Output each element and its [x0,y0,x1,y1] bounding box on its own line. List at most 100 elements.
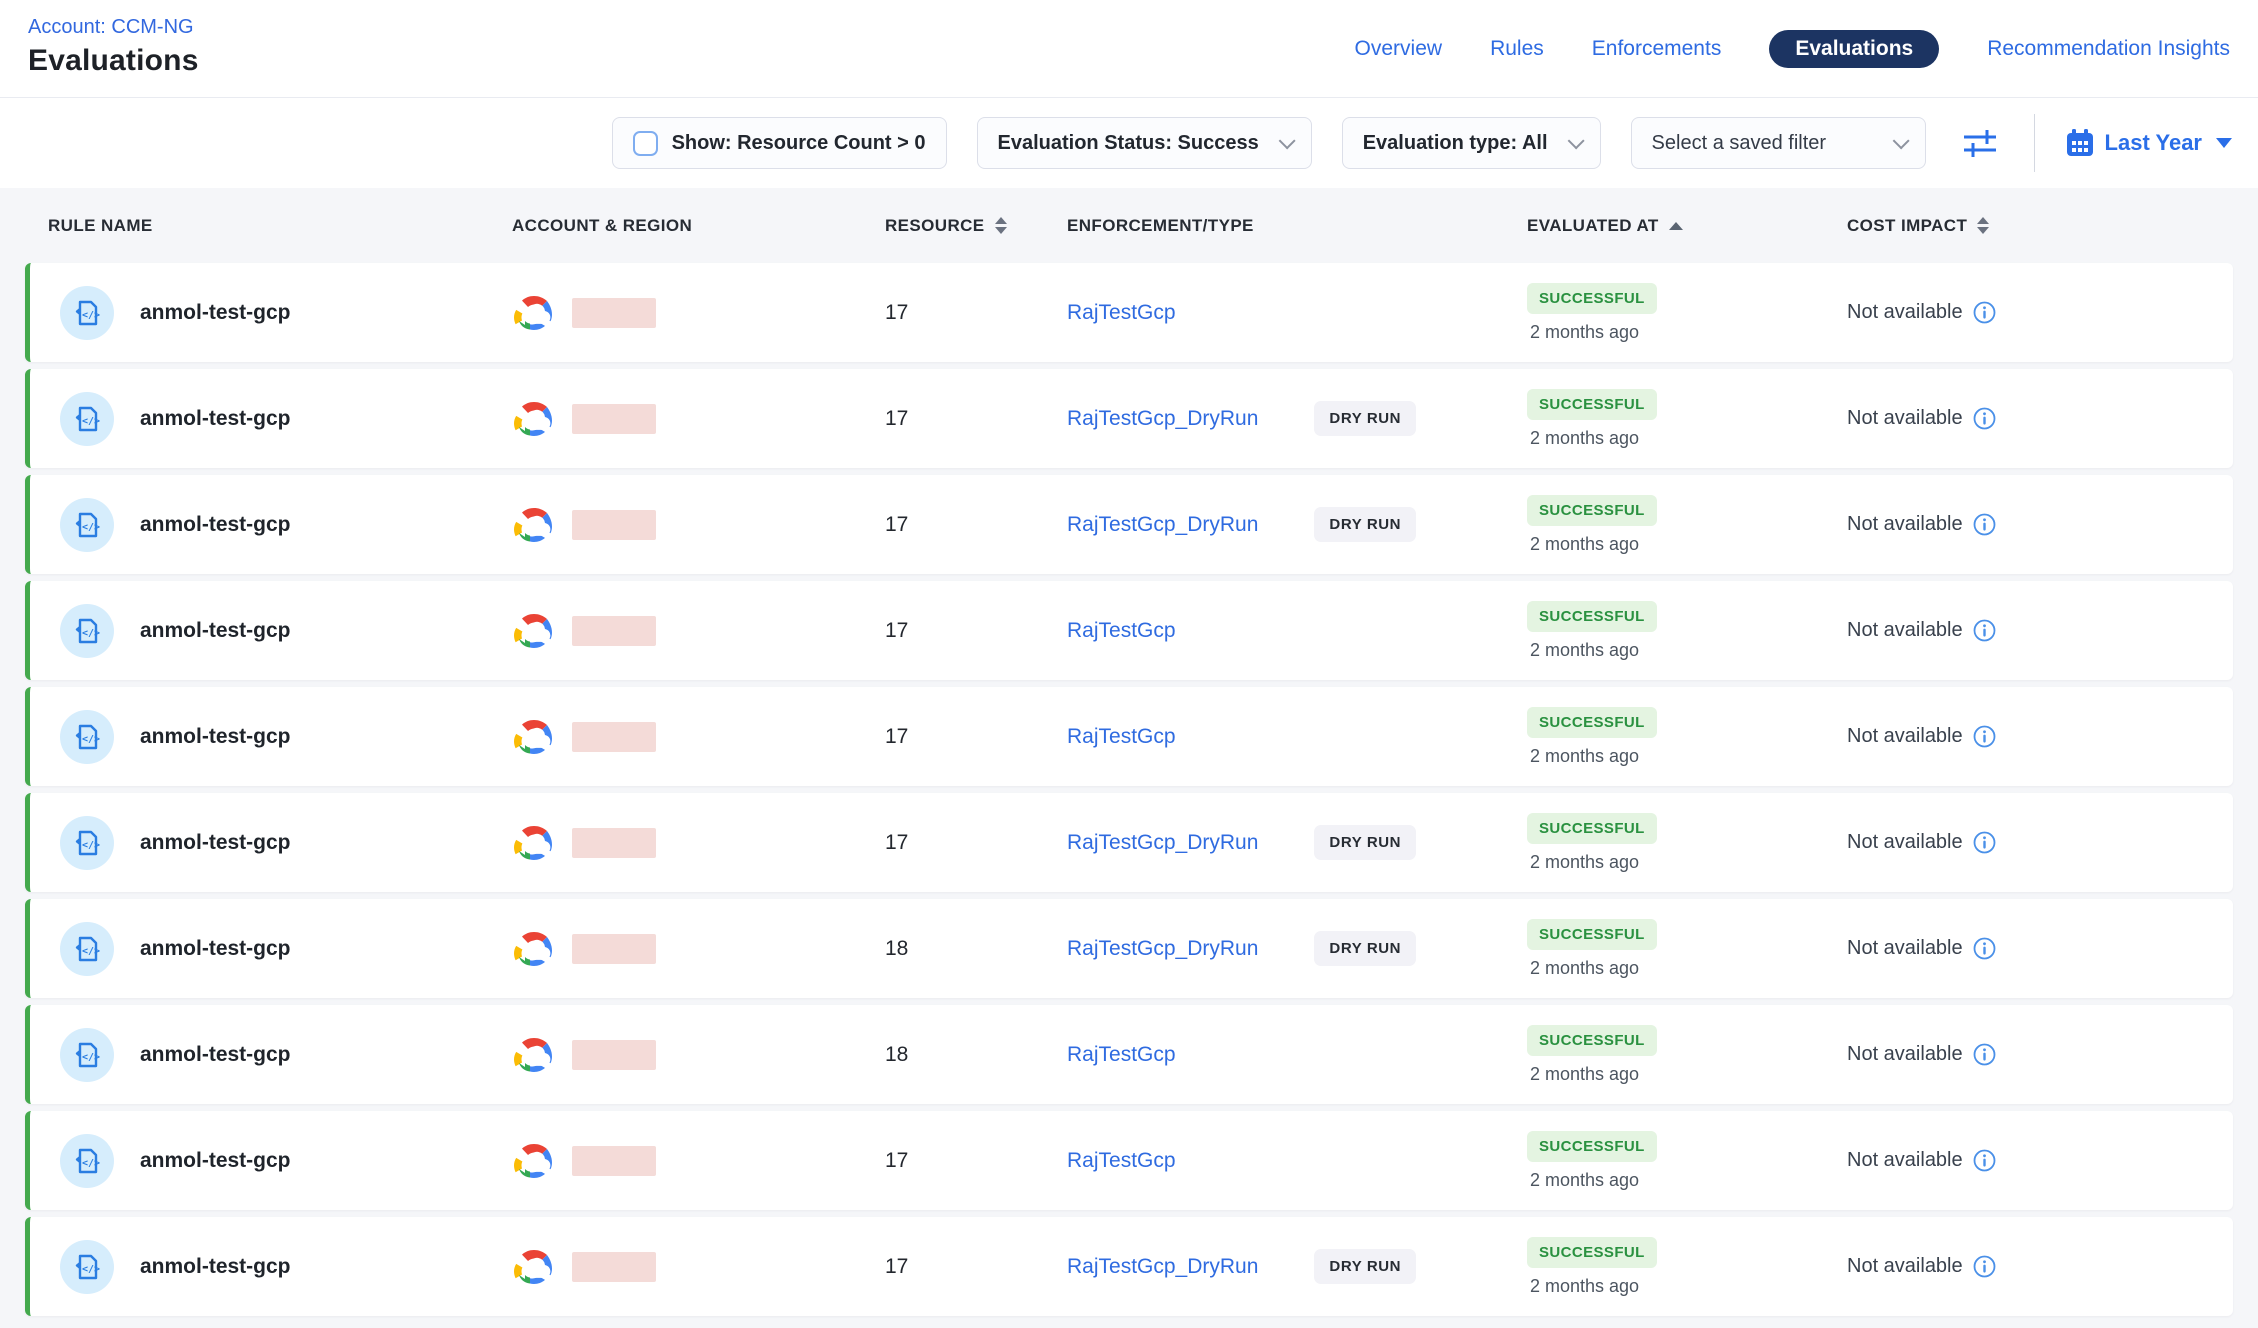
info-icon[interactable] [1973,1255,1996,1278]
rule-name: anmol-test-gcp [140,937,291,961]
svg-text:</>: </> [82,522,100,533]
rule-icon: </> [60,604,114,658]
info-icon[interactable] [1973,407,1996,430]
date-range-picker[interactable]: Last Year [2065,128,2232,158]
redacted-account-name [572,1040,656,1070]
evaluation-type-dropdown[interactable]: Evaluation type: All [1342,117,1601,169]
svg-text:</>: </> [82,1158,100,1169]
table-row[interactable]: </> anmol-test-gcp 18 [25,1005,2233,1104]
info-icon[interactable] [1973,1149,1996,1172]
enforcement-link[interactable]: RajTestGcp [1067,725,1176,749]
evaluated-time: 2 months ago [1527,746,1639,767]
redacted-account-name [572,828,656,858]
cost-impact-value: Not available [1847,725,1963,748]
sort-asc-icon[interactable] [1669,222,1683,230]
gcp-icon [512,507,556,543]
top-nav: Overview Rules Enforcements Evaluations … [1355,0,2230,98]
enforcement-link[interactable]: RajTestGcp_DryRun [1067,513,1258,537]
table-row[interactable]: </> anmol-test-gcp 17 [25,1217,2233,1316]
resource-count-filter-label: Show: Resource Count > 0 [672,132,926,155]
resource-count: 17 [885,831,1067,855]
svg-text:</>: </> [82,946,100,957]
resource-count-checkbox[interactable] [633,131,658,156]
column-header-resource: RESOURCE [885,216,1067,236]
info-icon[interactable] [1973,937,1996,960]
table-row[interactable]: </> anmol-test-gcp 18 [25,899,2233,998]
evaluated-time: 2 months ago [1527,322,1639,343]
nav-item-rules[interactable]: Rules [1490,30,1544,68]
cost-impact-value: Not available [1847,407,1963,430]
status-badge: SUCCESSFUL [1527,389,1657,420]
svg-text:</>: </> [82,840,100,851]
gcp-icon [512,401,556,437]
nav-item-recommendation-insights[interactable]: Recommendation Insights [1987,30,2230,68]
gcp-icon [512,825,556,861]
evaluation-status-dropdown[interactable]: Evaluation Status: Success [977,117,1312,169]
saved-filter-placeholder: Select a saved filter [1652,132,1827,155]
cost-impact-value: Not available [1847,1149,1963,1172]
resource-count: 17 [885,301,1067,325]
enforcement-link[interactable]: RajTestGcp [1067,1043,1176,1067]
info-icon[interactable] [1973,513,1996,536]
table-row[interactable]: </> anmol-test-gcp 17 [25,1111,2233,1210]
column-header-account-region: ACCOUNT & REGION [512,216,885,236]
resource-count: 18 [885,937,1067,961]
sort-icon[interactable] [995,217,1007,234]
gcp-icon [512,719,556,755]
svg-text:</>: </> [82,734,100,745]
nav-item-evaluations[interactable]: Evaluations [1769,30,1939,68]
enforcement-link[interactable]: RajTestGcp_DryRun [1067,1255,1258,1279]
svg-text:</>: </> [82,628,100,639]
evaluated-time: 2 months ago [1527,958,1639,979]
info-icon[interactable] [1973,1043,1996,1066]
gcp-icon [512,295,556,331]
enforcement-link[interactable]: RajTestGcp [1067,301,1176,325]
evaluated-time: 2 months ago [1527,640,1639,661]
redacted-account-name [572,934,656,964]
table-row[interactable]: </> anmol-test-gcp 17 [25,687,2233,786]
enforcement-link[interactable]: RajTestGcp [1067,619,1176,643]
nav-item-overview[interactable]: Overview [1355,30,1443,68]
enforcement-link[interactable]: RajTestGcp_DryRun [1067,831,1258,855]
rule-icon: </> [60,1028,114,1082]
table-body: </> anmol-test-gcp 17 [0,263,2258,1316]
chevron-down-icon [1567,132,1584,149]
info-icon[interactable] [1973,725,1996,748]
info-icon[interactable] [1973,831,1996,854]
rule-icon: </> [60,816,114,870]
sort-icon[interactable] [1977,217,1989,234]
resource-count: 17 [885,619,1067,643]
enforcement-link[interactable]: RajTestGcp [1067,1149,1176,1173]
cost-impact-value: Not available [1847,301,1963,324]
cost-impact-value: Not available [1847,831,1963,854]
redacted-account-name [572,1252,656,1282]
table-row[interactable]: </> anmol-test-gcp 17 [25,581,2233,680]
table-row[interactable]: </> anmol-test-gcp 17 [25,263,2233,362]
resource-count: 17 [885,1255,1067,1279]
enforcement-link[interactable]: RajTestGcp_DryRun [1067,937,1258,961]
filter-settings-button[interactable] [1956,119,2004,167]
gcp-icon [512,1249,556,1285]
info-icon[interactable] [1973,301,1996,324]
info-icon[interactable] [1973,619,1996,642]
rule-name: anmol-test-gcp [140,725,291,749]
gcp-icon [512,1143,556,1179]
redacted-account-name [572,722,656,752]
table-row[interactable]: </> anmol-test-gcp 17 [25,369,2233,468]
saved-filter-dropdown[interactable]: Select a saved filter [1631,117,1926,169]
gcp-icon [512,613,556,649]
table-row[interactable]: </> anmol-test-gcp 17 [25,475,2233,574]
page-header: Account: CCM-NG Evaluations Overview Rul… [0,0,2258,98]
evaluation-type-value: Evaluation type: All [1363,132,1548,155]
nav-item-enforcements[interactable]: Enforcements [1592,30,1722,68]
breadcrumb[interactable]: Account: CCM-NG [28,16,194,39]
evaluation-status-value: Evaluation Status: Success [998,132,1259,155]
rule-name: anmol-test-gcp [140,513,291,537]
enforcement-link[interactable]: RajTestGcp_DryRun [1067,407,1258,431]
status-badge: SUCCESSFUL [1527,1237,1657,1268]
column-header-rule-name: RULE NAME [30,216,512,236]
table-row[interactable]: </> anmol-test-gcp 17 [25,793,2233,892]
evaluated-time: 2 months ago [1527,428,1639,449]
resource-count: 17 [885,407,1067,431]
resource-count-filter[interactable]: Show: Resource Count > 0 [612,117,947,169]
